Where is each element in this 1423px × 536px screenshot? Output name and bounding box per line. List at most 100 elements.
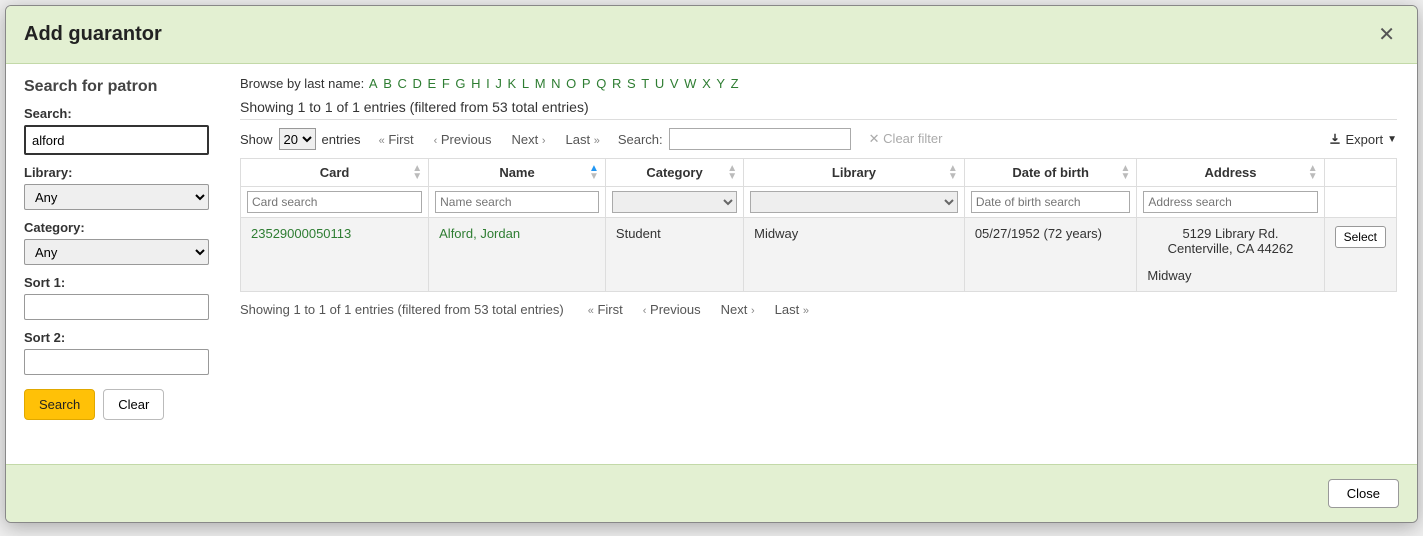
select-button[interactable]: Select bbox=[1335, 226, 1386, 248]
browse-letter-g[interactable]: G bbox=[455, 76, 465, 91]
address-sub: Midway bbox=[1147, 268, 1313, 283]
browse-letter-t[interactable]: T bbox=[641, 76, 649, 91]
browse-letter-r[interactable]: R bbox=[612, 76, 621, 91]
add-guarantor-modal: Add guarantor ✕ Search for patron Search… bbox=[5, 5, 1418, 523]
export-button[interactable]: Export ▼ bbox=[1328, 132, 1397, 147]
download-icon bbox=[1328, 132, 1342, 146]
browse-letter-p[interactable]: P bbox=[582, 76, 591, 91]
chevron-right-icon: › bbox=[542, 135, 546, 147]
browse-letter-f[interactable]: F bbox=[442, 76, 450, 91]
clear-button[interactable]: Clear bbox=[103, 389, 164, 420]
table-search-input[interactable] bbox=[669, 128, 851, 150]
chevron-double-right-icon: » bbox=[594, 135, 600, 147]
search-sidebar: Search for patron Search: Library: Any C… bbox=[6, 64, 232, 464]
sort-icon: ▲▼ bbox=[412, 165, 422, 181]
pager-first[interactable]: « First bbox=[379, 132, 414, 147]
filter-category-select[interactable] bbox=[612, 191, 737, 213]
sort2-input[interactable] bbox=[24, 349, 209, 375]
browse-letter-a[interactable]: A bbox=[369, 76, 378, 91]
search-input[interactable] bbox=[24, 125, 209, 155]
search-button[interactable]: Search bbox=[24, 389, 95, 420]
sort1-label: Sort 1: bbox=[24, 275, 214, 290]
close-button[interactable]: Close bbox=[1328, 479, 1399, 508]
col-dob[interactable]: Date of birth▲▼ bbox=[964, 159, 1137, 187]
sidebar-heading: Search for patron bbox=[24, 78, 214, 96]
chevron-double-left-icon: « bbox=[379, 135, 385, 147]
filter-name-input[interactable] bbox=[435, 191, 599, 213]
chevron-left-icon: ‹ bbox=[434, 135, 438, 147]
category-select[interactable]: Any bbox=[24, 239, 209, 265]
pager-next[interactable]: Next › bbox=[511, 132, 545, 147]
browse-letter-v[interactable]: V bbox=[670, 76, 679, 91]
chevron-double-right-icon: » bbox=[803, 305, 809, 317]
browse-letter-x[interactable]: X bbox=[702, 76, 711, 91]
col-name[interactable]: Name▲▼ bbox=[429, 159, 606, 187]
browse-letter-e[interactable]: E bbox=[428, 76, 437, 91]
browse-letter-l[interactable]: L bbox=[522, 76, 529, 91]
modal-body: Search for patron Search: Library: Any C… bbox=[6, 64, 1417, 464]
browse-label: Browse by last name: bbox=[240, 76, 368, 91]
cell-address: 5129 Library Rd. Centerville, CA 44262 M… bbox=[1137, 218, 1324, 292]
chevron-right-icon: › bbox=[751, 305, 755, 317]
browse-letter-q[interactable]: Q bbox=[596, 76, 606, 91]
col-library[interactable]: Library▲▼ bbox=[744, 159, 965, 187]
browse-letter-w[interactable]: W bbox=[684, 76, 696, 91]
x-icon: ✕ bbox=[869, 131, 880, 146]
cell-name[interactable]: Alford, Jordan bbox=[429, 218, 606, 292]
filter-library-select[interactable] bbox=[750, 191, 958, 213]
pager-top: « First ‹ Previous Next › Last » bbox=[379, 132, 600, 147]
col-actions bbox=[1324, 159, 1396, 187]
browse-letter-c[interactable]: C bbox=[397, 76, 406, 91]
filter-address-input[interactable] bbox=[1143, 191, 1317, 213]
library-select[interactable]: Any bbox=[24, 184, 209, 210]
browse-letter-h[interactable]: H bbox=[471, 76, 480, 91]
filter-dob-input[interactable] bbox=[971, 191, 1131, 213]
pager-first-bottom[interactable]: « First bbox=[588, 302, 623, 317]
clear-filter-button[interactable]: ✕ Clear filter bbox=[869, 131, 943, 147]
browse-letter-i[interactable]: I bbox=[486, 76, 490, 91]
pager-bottom: « First ‹ Previous Next › Last » bbox=[588, 302, 809, 317]
col-category[interactable]: Category▲▼ bbox=[605, 159, 743, 187]
pager-next-bottom[interactable]: Next › bbox=[721, 302, 755, 317]
col-card[interactable]: Card▲▼ bbox=[241, 159, 429, 187]
browse-letter-j[interactable]: J bbox=[495, 76, 502, 91]
col-address[interactable]: Address▲▼ bbox=[1137, 159, 1324, 187]
address-line2: Centerville, CA 44262 bbox=[1147, 241, 1313, 256]
browse-letter-z[interactable]: Z bbox=[731, 76, 739, 91]
separator bbox=[240, 119, 1397, 120]
pager-last[interactable]: Last » bbox=[566, 132, 600, 147]
browse-letter-k[interactable]: K bbox=[508, 76, 517, 91]
table-search: Search: bbox=[618, 128, 851, 150]
cell-card[interactable]: 23529000050113 bbox=[241, 218, 429, 292]
results-area: Browse by last name: A B C D E F G H I J… bbox=[232, 64, 1417, 464]
close-icon[interactable]: ✕ bbox=[1374, 18, 1399, 51]
modal-header: Add guarantor ✕ bbox=[6, 6, 1417, 64]
sort1-input[interactable] bbox=[24, 294, 209, 320]
sort-icon: ▲▼ bbox=[1121, 165, 1131, 181]
cell-dob: 05/27/1952 (72 years) bbox=[964, 218, 1137, 292]
sort2-label: Sort 2: bbox=[24, 330, 214, 345]
browse-letter-y[interactable]: Y bbox=[716, 76, 725, 91]
sort-icon: ▲▼ bbox=[727, 165, 737, 181]
browse-letter-s[interactable]: S bbox=[627, 76, 636, 91]
entries-select[interactable]: 20 bbox=[279, 128, 316, 150]
browse-by-lastname: Browse by last name: A B C D E F G H I J… bbox=[240, 76, 1397, 91]
show-label-pre: Show bbox=[240, 132, 273, 147]
caret-down-icon: ▼ bbox=[1387, 134, 1397, 145]
browse-letter-n[interactable]: N bbox=[551, 76, 560, 91]
pager-last-bottom[interactable]: Last » bbox=[775, 302, 809, 317]
filter-info-top: Showing 1 to 1 of 1 entries (filtered fr… bbox=[240, 99, 1397, 115]
chevron-left-icon: ‹ bbox=[643, 305, 647, 317]
browse-letter-b[interactable]: B bbox=[383, 76, 392, 91]
pager-previous[interactable]: ‹ Previous bbox=[434, 132, 492, 147]
browse-letter-d[interactable]: D bbox=[413, 76, 422, 91]
cell-category: Student bbox=[605, 218, 743, 292]
chevron-double-left-icon: « bbox=[588, 305, 594, 317]
show-label-post: entries bbox=[322, 132, 361, 147]
sort-icon: ▲▼ bbox=[1308, 165, 1318, 181]
filter-card-input[interactable] bbox=[247, 191, 422, 213]
browse-letter-u[interactable]: U bbox=[655, 76, 664, 91]
pager-previous-bottom[interactable]: ‹ Previous bbox=[643, 302, 701, 317]
browse-letter-o[interactable]: O bbox=[566, 76, 576, 91]
browse-letter-m[interactable]: M bbox=[535, 76, 546, 91]
